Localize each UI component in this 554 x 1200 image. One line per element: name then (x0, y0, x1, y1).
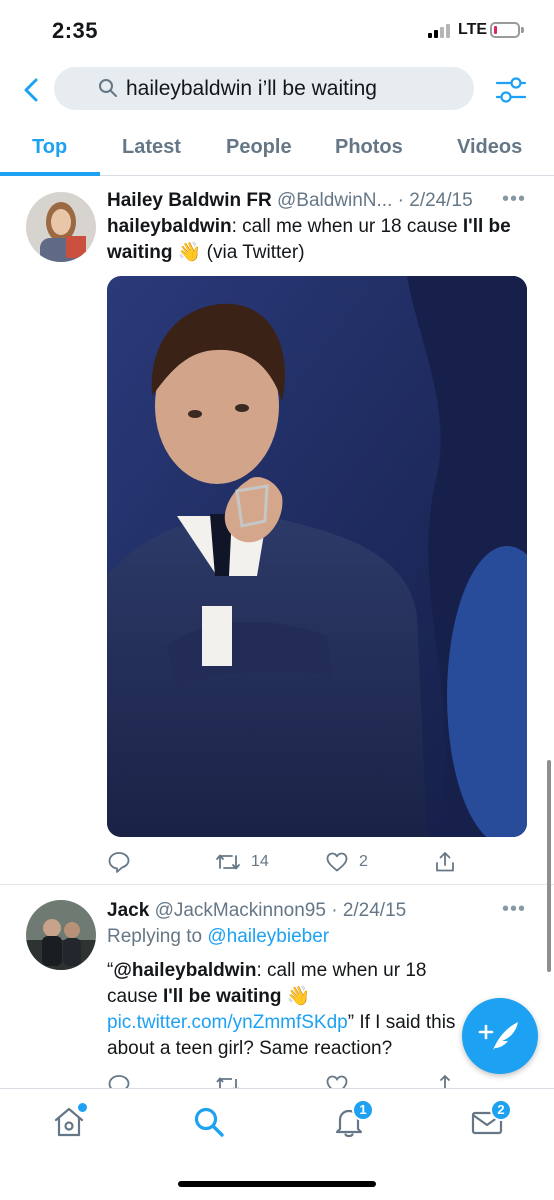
share-button[interactable] (433, 1073, 457, 1088)
replying-to-label: Replying to (107, 926, 208, 947)
user-handle[interactable]: @JackMackinnon95 (155, 900, 326, 921)
search-icon (194, 1107, 224, 1137)
more-options-icon[interactable]: ••• (502, 188, 526, 211)
display-name[interactable]: Hailey Baldwin FR (107, 190, 272, 211)
retweet-button[interactable]: 14 (215, 850, 269, 874)
like-count: 2 (359, 853, 368, 870)
tweet-date: · 2/24/15 (397, 190, 473, 211)
tweet-header: Hailey Baldwin FR @BaldwinN... · 2/24/15 (107, 190, 473, 212)
tweet-link[interactable]: pic.twitter.com/ynZmmfSKdp (107, 1012, 348, 1033)
replying-to: Replying to @haileybieber (107, 926, 329, 948)
tweet-text-bold: I'll be waiting (162, 986, 282, 1007)
tweet-text: “@haileybaldwin: call me when ur 18 caus… (107, 958, 482, 1062)
tab-latest[interactable]: Latest (122, 136, 181, 159)
status-bar: 2:35 LTE (0, 0, 554, 60)
reply-button[interactable] (107, 850, 131, 874)
nav-search[interactable] (192, 1105, 226, 1139)
avatar-image (26, 900, 96, 970)
avatar[interactable] (26, 900, 96, 970)
tweet-actions (107, 1073, 527, 1088)
tweet-photo[interactable] (107, 276, 527, 837)
photo-boy-in-suit (107, 276, 527, 837)
battery-icon (490, 22, 524, 38)
back-chevron-icon (24, 78, 38, 102)
search-tabs: Top Latest People Photos Videos (0, 124, 554, 176)
nav-notifications[interactable]: 1 (332, 1099, 374, 1139)
notifications-badge: 1 (352, 1099, 374, 1121)
sliders-icon (495, 77, 527, 103)
mention: haileybaldwin (107, 216, 232, 237)
tweet-actions: 14 2 (107, 850, 527, 874)
share-icon (436, 852, 454, 872)
search-query: haileybaldwin i’ll be waiting (126, 77, 377, 100)
tab-videos[interactable]: Videos (457, 136, 522, 159)
scrollbar[interactable] (547, 760, 551, 972)
tweet-header: Jack @JackMackinnon95 · 2/24/15 (107, 900, 406, 922)
cellular-signal-icon (428, 24, 452, 38)
retweet-icon (216, 1077, 239, 1088)
retweet-icon (216, 854, 240, 870)
compose-feather-icon (478, 1022, 518, 1050)
mention[interactable]: @haileybaldwin (113, 960, 256, 981)
user-handle[interactable]: @BaldwinN... (277, 190, 392, 211)
active-tab-indicator (0, 172, 100, 176)
search-input[interactable]: haileybaldwin i’ll be waiting (54, 67, 474, 110)
more-options-icon[interactable]: ••• (502, 898, 526, 921)
compose-tweet-button[interactable] (462, 998, 538, 1074)
reply-button[interactable] (107, 1073, 131, 1088)
reply-icon (108, 852, 130, 873)
replying-to-handle[interactable]: @haileybieber (207, 926, 329, 947)
tweet[interactable]: Hailey Baldwin FR @BaldwinN... · 2/24/15… (0, 178, 554, 884)
network-type: LTE (458, 21, 488, 38)
search-icon (99, 79, 117, 97)
share-button[interactable] (433, 850, 457, 874)
search-filter-button[interactable] (494, 74, 528, 106)
nav-home[interactable] (52, 1103, 87, 1139)
display-name[interactable]: Jack (107, 900, 149, 921)
tweet-text: haileybaldwin: call me when ur 18 cause … (107, 214, 522, 266)
tab-top[interactable]: Top (32, 136, 67, 159)
back-button[interactable] (18, 72, 48, 108)
share-icon (439, 1074, 451, 1088)
waving-hand-emoji: 👋 (177, 242, 202, 263)
tweet-text-part: (via Twitter) (201, 242, 305, 263)
home-indicator (178, 1181, 376, 1187)
retweet-count: 14 (251, 853, 269, 870)
status-time: 2:35 (52, 18, 99, 43)
avatar[interactable] (26, 192, 96, 262)
tweet-date: · 2/24/15 (331, 900, 407, 921)
heart-icon (326, 852, 348, 872)
tab-people[interactable]: People (226, 136, 292, 159)
waving-hand-emoji: 👋 (286, 986, 311, 1007)
retweet-button[interactable] (215, 1073, 241, 1088)
heart-icon (326, 1075, 348, 1088)
battery-level (494, 26, 497, 34)
tweet-text-part: : call me when ur 18 cause (231, 216, 463, 237)
reply-icon (108, 1075, 130, 1088)
tab-photos[interactable]: Photos (335, 136, 403, 159)
avatar-image (26, 192, 96, 262)
nav-messages[interactable]: 2 (470, 1099, 512, 1139)
like-button[interactable] (325, 1073, 349, 1088)
messages-badge: 2 (490, 1099, 512, 1121)
like-button[interactable]: 2 (325, 850, 368, 874)
new-content-dot (78, 1103, 87, 1112)
